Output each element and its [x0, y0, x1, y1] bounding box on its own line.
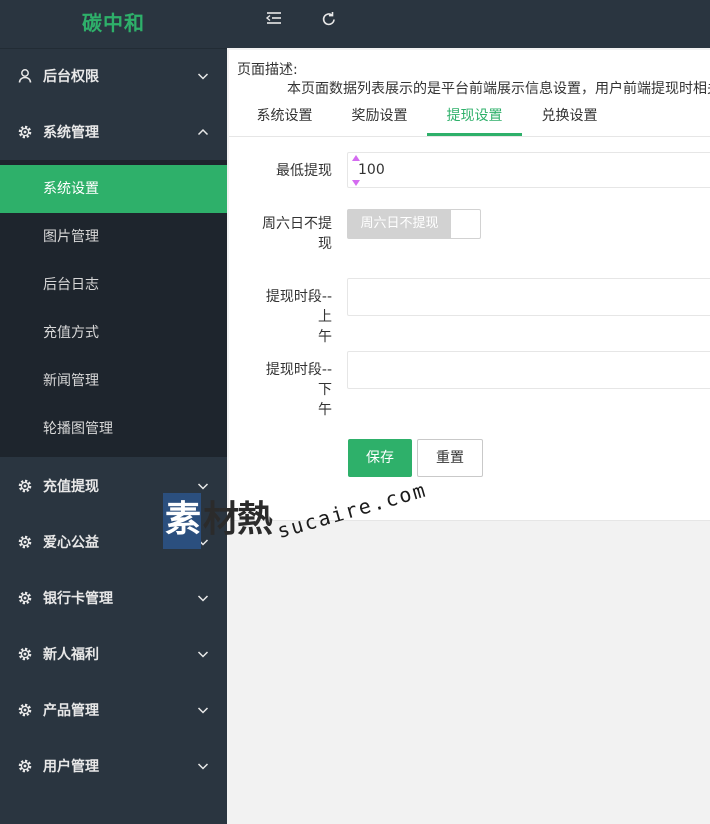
- morning-label-line2: 午: [318, 329, 332, 345]
- sidebar-item-admin-permissions[interactable]: 后台权限: [0, 48, 227, 104]
- afternoon-period-input[interactable]: [347, 351, 710, 389]
- page-description-title: 页面描述:: [237, 62, 298, 78]
- save-button[interactable]: 保存: [348, 439, 412, 477]
- afternoon-period-label: 提现时段--下 午: [252, 360, 332, 420]
- sidebar: 碳中和 后台权限 系统管理 系统设置 图片管理 后台日志 充值方式 新闻管理 轮…: [0, 0, 227, 824]
- page-description-text: 本页面数据列表展示的是平台前端展示信息设置，用户前端提现时相关: [287, 81, 710, 97]
- sidebar-item-product-management[interactable]: 产品管理: [0, 682, 227, 738]
- morning-label-line1: 提现时段--上: [265, 289, 332, 325]
- submenu-item-admin-logs[interactable]: 后台日志: [0, 261, 227, 309]
- sidebar-item-label: 系统管理: [43, 125, 99, 141]
- submenu-item-image-management[interactable]: 图片管理: [0, 213, 227, 261]
- user-icon: [18, 69, 32, 83]
- sidebar-item-recharge-withdraw[interactable]: 充值提现: [0, 458, 227, 514]
- weekend-switch-text: 周六日不提现: [348, 210, 451, 238]
- sidebar-item-system-management[interactable]: 系统管理: [0, 104, 227, 160]
- chevron-down-icon: [197, 763, 209, 770]
- submenu-item-recharge-methods[interactable]: 充值方式: [0, 309, 227, 357]
- tab-withdraw-settings[interactable]: 提现设置: [427, 99, 522, 136]
- top-header: [227, 0, 710, 48]
- weekend-label-line2: 现: [318, 236, 332, 252]
- sidebar-item-label: 后台权限: [43, 69, 99, 85]
- gear-icon: [18, 759, 32, 773]
- menu-fold-icon[interactable]: [264, 9, 284, 29]
- refresh-icon[interactable]: [319, 9, 339, 29]
- min-withdraw-input[interactable]: [347, 152, 710, 188]
- reset-button[interactable]: 重置: [417, 439, 483, 477]
- morning-period-label: 提现时段--上 午: [252, 287, 332, 347]
- sidebar-item-label: 爱心公益: [43, 535, 99, 551]
- sidebar-item-bank-cards[interactable]: 银行卡管理: [0, 570, 227, 626]
- chevron-up-icon: [197, 128, 209, 136]
- tab-reward-settings[interactable]: 奖励设置: [342, 99, 417, 135]
- afternoon-label-line1: 提现时段--下: [265, 362, 332, 398]
- sidebar-item-label: 充值提现: [43, 479, 99, 495]
- tab-system-settings[interactable]: 系统设置: [247, 99, 322, 135]
- sidebar-item-label: 用户管理: [43, 759, 99, 775]
- sidebar-item-label: 产品管理: [43, 703, 99, 719]
- gear-icon: [18, 703, 32, 717]
- gear-icon: [18, 125, 32, 139]
- gear-icon: [18, 647, 32, 661]
- submenu-item-news-management[interactable]: 新闻管理: [0, 357, 227, 405]
- chevron-down-icon: [197, 651, 209, 658]
- chevron-down-icon: [197, 483, 209, 490]
- sidebar-item-charity[interactable]: 爱心公益: [0, 514, 227, 570]
- system-submenu: 系统设置 图片管理 后台日志 充值方式 新闻管理 轮播图管理: [0, 160, 227, 457]
- morning-period-input[interactable]: [347, 278, 710, 316]
- chevron-down-icon: [197, 73, 209, 80]
- content-panel: 页面描述: 本页面数据列表展示的是平台前端展示信息设置，用户前端提现时相关 系统…: [229, 50, 710, 521]
- weekend-withdraw-switch[interactable]: 周六日不提现: [347, 209, 481, 239]
- tab-exchange-settings[interactable]: 兑换设置: [532, 99, 607, 135]
- submenu-item-carousel-management[interactable]: 轮播图管理: [0, 405, 227, 453]
- weekend-label-line1: 周六日不提: [262, 216, 332, 232]
- submenu-item-system-settings[interactable]: 系统设置: [0, 165, 227, 213]
- min-withdraw-label: 最低提现: [276, 163, 332, 179]
- chevron-down-icon: [197, 595, 209, 602]
- gear-icon: [18, 591, 32, 605]
- gear-icon: [18, 535, 32, 549]
- spin-up-icon[interactable]: [351, 154, 361, 162]
- chevron-down-icon: [197, 539, 209, 546]
- sidebar-item-newcomer-benefits[interactable]: 新人福利: [0, 626, 227, 682]
- sidebar-item-label: 银行卡管理: [43, 591, 113, 607]
- sidebar-item-user-management[interactable]: 用户管理: [0, 738, 227, 794]
- settings-tabs: 系统设置 奖励设置 提现设置 兑换设置: [229, 99, 710, 137]
- gear-icon: [18, 479, 32, 493]
- weekend-withdraw-label: 周六日不提 现: [252, 214, 332, 254]
- afternoon-label-line2: 午: [318, 402, 332, 418]
- spin-down-icon[interactable]: [351, 179, 361, 187]
- chevron-down-icon: [197, 707, 209, 714]
- brand-logo: 碳中和: [0, 0, 227, 49]
- sidebar-item-label: 新人福利: [43, 647, 99, 663]
